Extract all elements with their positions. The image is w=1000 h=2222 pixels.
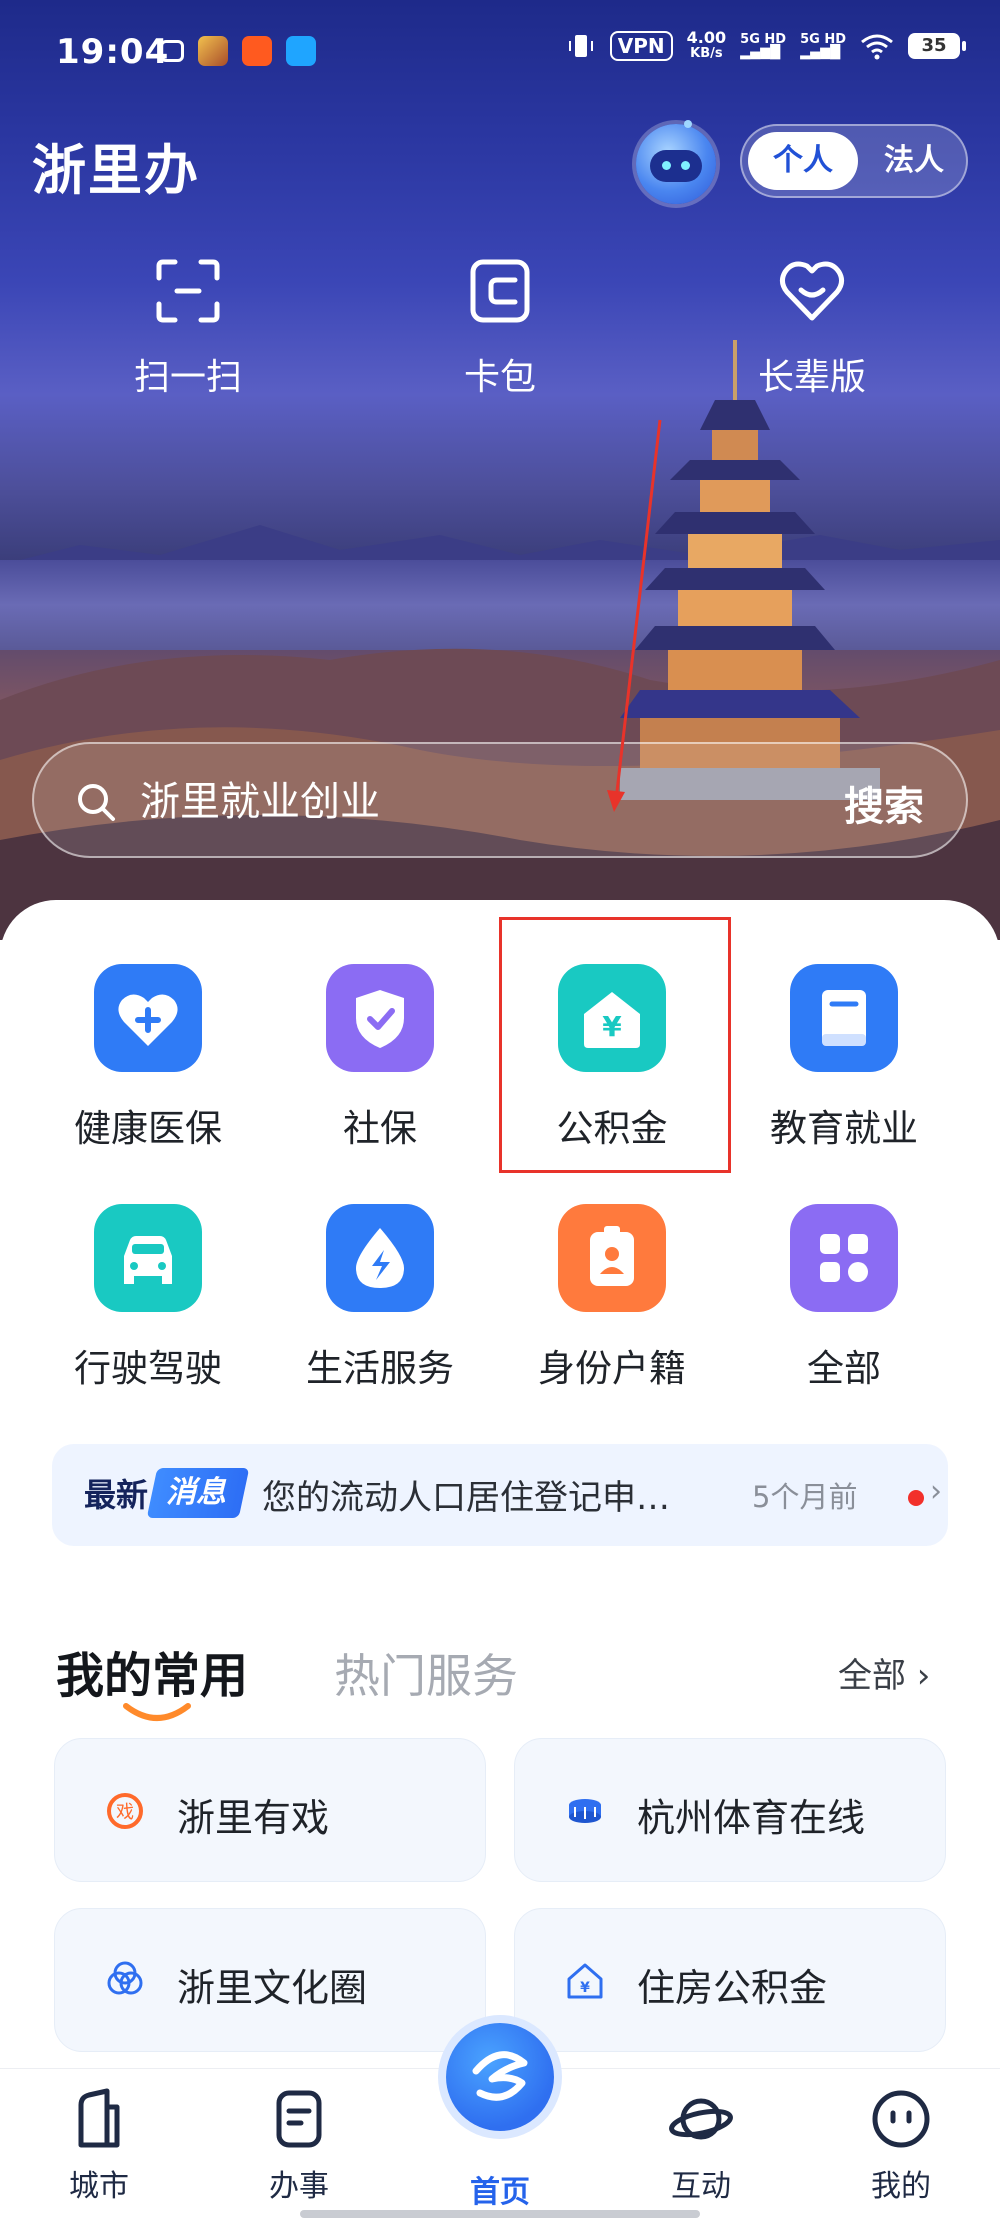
role-corporate-option[interactable]: 法人 [866,132,962,190]
car-icon [94,1204,202,1312]
pagoda-illustration [620,340,880,800]
nav-interaction[interactable]: 互动 [626,2087,776,2205]
service-all[interactable]: 全部 [728,1204,960,1392]
favorite-item[interactable]: 杭州体育在线 [514,1738,946,1882]
quick-action-wallet[interactable]: 卡包 [390,256,610,400]
drama-icon: 戏 [107,1793,143,1829]
vpn-badge: VPN [609,31,673,61]
service-label: 教育就业 [770,1107,918,1150]
heart-icon [779,261,845,321]
service-life[interactable]: 生活服务 [264,1204,496,1392]
nav-home-button[interactable] [446,2023,554,2131]
quick-action-label: 长辈版 [757,357,866,398]
service-label: 健康医保 [74,1107,222,1150]
quick-action-label: 卡包 [463,357,536,398]
news-banner[interactable]: 最新 消息 您的流动人口居住登记申… 5个月前 › [52,1444,948,1546]
role-switch[interactable]: 个人 法人 [740,124,968,198]
news-time: 5个月前 [752,1480,858,1514]
education-icon [790,964,898,1072]
health-insurance-icon [94,964,202,1072]
service-label: 身份户籍 [538,1347,686,1390]
tv-icon [160,40,184,62]
nav-label: 我的 [871,2169,931,2204]
news-tag-latest: 最新 [84,1476,149,1514]
tab-hot-services[interactable]: 热门服务 [334,1640,518,1706]
signal-2: 5G HD ▂▄▆█ [800,32,846,60]
favorite-label: 住房公积金 [637,1966,828,2010]
battery-indicator: 35 [908,33,966,59]
nav-tasks[interactable]: 办事 [224,2087,374,2205]
service-label: 行驶驾驶 [74,1347,222,1390]
favorite-item[interactable]: 戏 浙里有戏 [54,1738,486,1882]
home-logo-icon [472,2051,528,2101]
favorite-item[interactable]: 浙里文化圈 [54,1908,486,2052]
service-education[interactable]: 教育就业 [728,964,960,1152]
service-identity[interactable]: 身份户籍 [496,1204,728,1392]
favorite-label: 浙里有戏 [177,1796,330,1840]
wallet-icon [470,259,530,323]
app-brand-title: 浙里办 [32,138,200,202]
clock: 19:04 [56,32,170,72]
scan-icon [156,259,220,323]
service-driving[interactable]: 行驶驾驶 [32,1204,264,1392]
stadium-icon [569,1799,601,1823]
nav-home-label[interactable]: 首页 [425,2167,575,2211]
nav-city[interactable]: 城市 [24,2087,174,2205]
game-app-icon [198,36,228,66]
water-drop-icon [326,1204,434,1312]
quick-action-label: 扫一扫 [133,357,242,398]
browser-app-icon [286,36,316,66]
vibrate-icon [568,35,593,57]
network-speed: 4.00 KB/s [686,28,727,62]
notification-icons [160,36,316,66]
social-security-icon [326,964,434,1072]
search-button[interactable]: 搜索 [844,774,924,832]
culture-circle-icon [107,1961,143,1995]
wifi-icon [861,34,893,60]
favorite-label: 浙里文化圈 [177,1966,368,2010]
bottom-navigation: 城市 办事 首页 互动 我的 [0,2023,1000,2222]
service-label: 全部 [807,1347,881,1390]
favorite-item[interactable]: ¥ 住房公积金 [514,1908,946,2052]
shop-app-icon [242,36,272,66]
nav-label: 互动 [671,2169,731,2204]
profile-icon [872,2090,930,2148]
quick-action-elder-mode[interactable]: 长辈版 [702,256,922,400]
tab-my-favorites[interactable]: 我的常用 [56,1636,248,1706]
system-status: VPN 4.00 KB/s 5G HD ▂▄▆█ 5G HD ▂▄▆█ 35 [566,28,966,62]
hero-banner: 19:04 VPN 4.00 KB/s 5G HD ▂▄▆█ 5G HD ▂▄▆█ … [0,0,1000,940]
unread-dot [908,1490,924,1506]
nav-label: 城市 [69,2169,129,2204]
search-icon [78,784,115,821]
planet-icon [669,2098,733,2140]
favorite-label: 杭州体育在线 [637,1796,866,1840]
service-social-security[interactable]: 社保 [264,964,496,1152]
search-input[interactable] [140,772,740,832]
signal-1: 5G HD ▂▄▆█ [740,32,787,60]
search-bar[interactable]: 搜索 [32,742,968,858]
tab-active-indicator [123,1703,191,1721]
svg-text:戏: 戏 [116,1802,134,1823]
role-personal-option[interactable]: 个人 [748,132,858,190]
home-indicator[interactable] [300,2210,700,2218]
highlight-box [499,917,731,1173]
tasks-icon [276,2090,322,2148]
all-apps-icon [790,1204,898,1312]
quick-action-scan[interactable]: 扫一扫 [78,256,298,400]
status-bar: 19:04 VPN 4.00 KB/s 5G HD ▂▄▆█ 5G HD ▂▄▆█ … [0,0,1000,110]
city-icon [78,2088,120,2148]
nav-profile[interactable]: 我的 [826,2087,976,2205]
chevron-right-icon: › [930,1474,942,1509]
service-health-insurance[interactable]: 健康医保 [32,964,264,1152]
assistant-robot-icon[interactable] [636,120,716,204]
news-text: 您的流动人口居住登记申… [262,1478,670,1518]
view-all-link[interactable]: 全部 › [838,1648,930,1697]
news-tag-message: 消息 [146,1468,250,1518]
service-label: 社保 [343,1107,417,1150]
svg-text:¥: ¥ [580,1980,590,1996]
nav-label: 办事 [269,2169,329,2204]
id-card-icon [558,1204,666,1312]
house-fund-icon: ¥ [567,1963,603,1999]
service-label: 生活服务 [306,1347,454,1390]
